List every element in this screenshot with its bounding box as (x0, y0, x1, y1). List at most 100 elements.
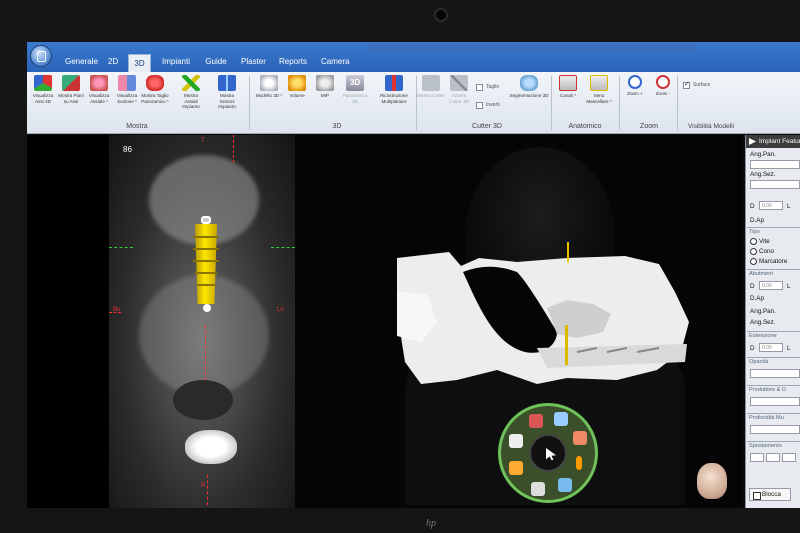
tab-reports[interactable]: Reports (275, 53, 311, 71)
spostamento-y-input[interactable] (766, 453, 780, 462)
tab-impianti[interactable]: Impianti (157, 53, 195, 71)
radio-vite-label: Vite (759, 238, 770, 245)
maxillary-sinus-button[interactable]: Seno Mascellare * (585, 75, 613, 119)
tooth-red-icon[interactable] (529, 414, 543, 428)
section-divider (747, 441, 800, 442)
abutment-d-label: D (750, 283, 755, 290)
sinus-icon (590, 75, 608, 91)
surface-checkbox[interactable] (683, 80, 690, 89)
d-input[interactable]: 0.00 (759, 201, 783, 210)
canals-button[interactable]: Canali * (554, 75, 582, 119)
estensione-unit-label: L (787, 345, 791, 352)
reset-cutter-button[interactable]: Azzera Cutter 3D (445, 75, 473, 119)
estensione-d-input[interactable]: 0.00 (759, 343, 783, 352)
implant-section-icon (218, 75, 236, 91)
show-axial-button[interactable]: Visualizza Assiale * (85, 75, 113, 119)
section-icon (118, 75, 136, 91)
spostamento-z-input[interactable] (782, 453, 796, 462)
show-panoramic-cut-button[interactable]: Mostra Taglio Panoramico * (141, 75, 169, 119)
reset-cutter-icon (450, 75, 468, 91)
section-view-icon[interactable] (554, 412, 568, 426)
tab-3d[interactable]: 3D (128, 54, 151, 72)
profondita-header: Profondità Mu (749, 415, 784, 421)
show-implant-axial-button[interactable]: Mostra Assiali Impianto (177, 75, 205, 119)
skull-icon[interactable] (509, 434, 523, 448)
d-ap-label: D.Ap (750, 217, 764, 224)
implant-apex (203, 304, 211, 312)
show-cutter-button[interactable]: Mostra Cutter (417, 75, 445, 119)
ang-sez-input[interactable] (750, 180, 800, 189)
tooth-blue-icon[interactable] (558, 478, 572, 492)
zoom-out-button[interactable]: Zoom - (649, 75, 677, 119)
abutment-d-input[interactable]: 0.00 (759, 281, 783, 290)
segmentation-icon (520, 75, 538, 91)
app-logo-icon (37, 51, 46, 62)
ang-pan-input[interactable] (750, 160, 800, 169)
tooth-orange-icon[interactable] (573, 431, 587, 445)
implant-axis-line (567, 242, 569, 262)
ct-cross-section-view[interactable]: 86 T R Bn Ln (109, 135, 295, 508)
panoramic-icon (146, 75, 164, 91)
tab-generale[interactable]: Generale (61, 53, 98, 71)
spostamento-x-input[interactable] (750, 453, 764, 462)
multiplanar-reconstruction-button[interactable]: Ricostruzione Multiplanare (377, 75, 411, 119)
dental-implant[interactable] (191, 216, 221, 316)
ribbon-separator (677, 76, 678, 130)
mip-button[interactable]: MIP (311, 75, 339, 119)
blocca-checkbox[interactable]: Blocca (749, 488, 791, 501)
mpr-icon (385, 75, 403, 91)
panoramic-3d-button[interactable]: 3D Panoramica 3D (341, 75, 369, 119)
tooth-white-icon[interactable] (531, 482, 545, 496)
group-label-zoom: Zoom (640, 123, 658, 130)
tab-plaster[interactable]: Plaster (237, 53, 269, 71)
tab-guide[interactable]: Guide (201, 53, 231, 71)
inverti-label: Inverti (486, 102, 500, 108)
orientation-head-icon[interactable] (697, 463, 727, 499)
zoom-in-button[interactable]: Zoom + (621, 75, 649, 119)
orientation-label-right: Ln (277, 307, 284, 313)
group-label-3d: 3D (332, 123, 342, 130)
produttore-header: Produttore & D (749, 387, 786, 393)
implant-features-panel: Implant Features Ang.Pan. Ang.Sez. D 0.0… (745, 135, 800, 508)
group-label-cutter: Cutter 3D (472, 123, 502, 130)
taglio-label: Taglio (486, 84, 500, 90)
show-planes-button[interactable]: Mostra Piani su Assi (57, 75, 85, 119)
jaw-orange-icon[interactable] (509, 461, 523, 475)
app-menu-button[interactable] (30, 45, 52, 67)
reference-line (271, 247, 295, 248)
3d-model-view[interactable] (295, 135, 743, 508)
d-label: D (750, 203, 755, 210)
tab-2d[interactable]: 2D (103, 53, 123, 71)
segmentation-3d-button[interactable]: Segmentazione 3D (509, 75, 549, 119)
monitor-logo-icon: hp (426, 518, 436, 529)
section-divider (747, 357, 800, 358)
zoom-out-icon (656, 75, 670, 89)
show-section-button[interactable]: Visualizza Sezione * (113, 75, 141, 119)
opacita-header: Opacità (749, 359, 769, 365)
radial-menu-center[interactable] (529, 434, 567, 472)
radio-cono[interactable] (750, 248, 757, 255)
reference-line (109, 312, 121, 313)
title-strip (367, 43, 697, 52)
volume-button[interactable]: Volume (283, 75, 311, 119)
section-divider (747, 331, 800, 332)
opacita-slider[interactable] (750, 369, 800, 378)
menu-bar: Generale 2D 3D Impianti Guide Plaster Re… (27, 42, 800, 72)
radio-marcatore[interactable] (750, 258, 757, 265)
implant-tool-icon[interactable] (576, 456, 582, 470)
abutment-ang-sez-label: Ang.Sez. (750, 319, 776, 326)
profondita-input[interactable] (750, 425, 800, 434)
radio-vite[interactable] (750, 238, 757, 245)
taglio-checkbox[interactable] (476, 84, 483, 91)
tab-camera[interactable]: Camera (317, 53, 351, 71)
show-3d-axes-button[interactable]: Visualizza Assi 3D (29, 75, 57, 119)
show-implant-sections-button[interactable]: Mostra Sezioni Impianto (213, 75, 241, 119)
estensione-d-label: D (750, 345, 755, 352)
viewport-area: 86 T R Bn Ln (27, 135, 743, 508)
produttore-input[interactable] (750, 397, 800, 406)
model-3d-button[interactable]: Modello 3D * (255, 75, 283, 119)
group-label-anatomico: Anatomico (568, 123, 602, 130)
zoom-in-icon (628, 75, 642, 89)
radial-tool-menu[interactable] (498, 403, 598, 503)
inverti-checkbox[interactable] (476, 102, 483, 109)
